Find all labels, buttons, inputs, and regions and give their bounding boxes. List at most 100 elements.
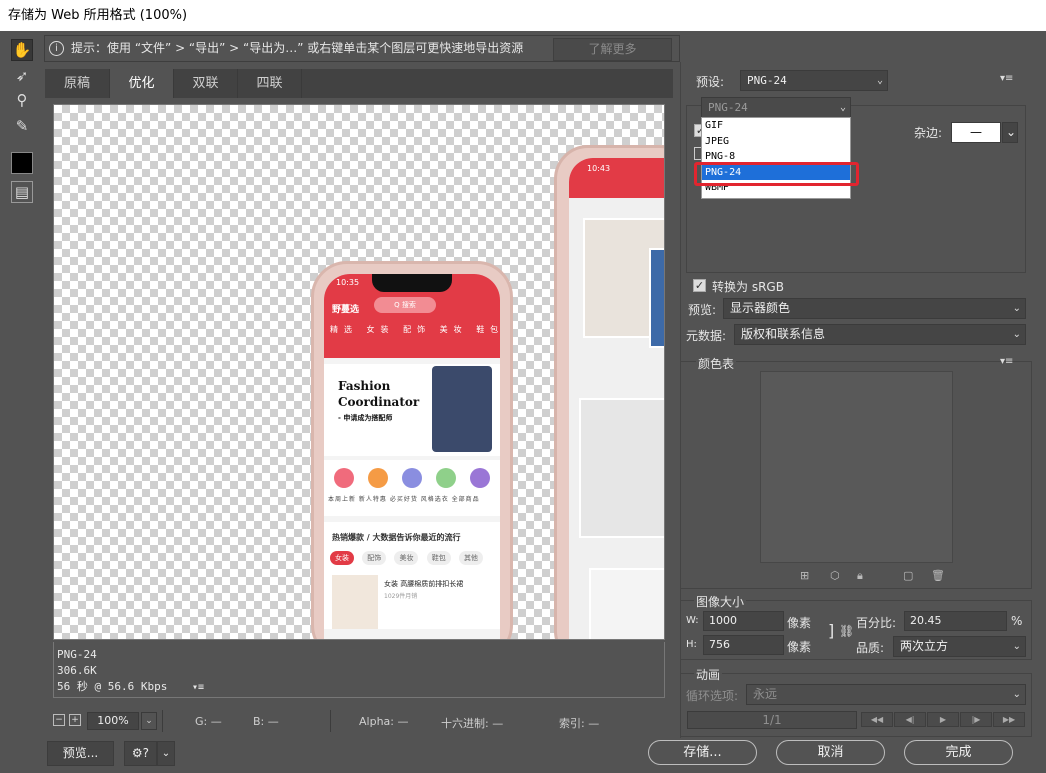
matte-swatch[interactable]: — bbox=[951, 122, 1001, 143]
learn-more-button[interactable]: 了解更多 bbox=[553, 38, 672, 61]
hex-readout: 十六进制: — bbox=[441, 717, 504, 730]
save-button[interactable]: 存储... bbox=[648, 740, 757, 765]
index-readout: 索引: — bbox=[559, 717, 600, 730]
quality-value: 两次立方 bbox=[900, 639, 949, 653]
zoom-in-button[interactable]: + bbox=[69, 714, 81, 726]
next-frame-icon[interactable]: |▶ bbox=[960, 712, 992, 727]
hot-section-title: 热销爆款 / 大数据告诉你最近的流行 bbox=[324, 522, 500, 547]
preview-label: 预览: bbox=[688, 303, 717, 317]
photo-card bbox=[579, 398, 664, 538]
window-title: 存储为 Web 所用格式 (100%) bbox=[0, 0, 1046, 31]
chevron-down-icon: ⌄ bbox=[839, 102, 846, 113]
web-snap-icon[interactable]: ⊞ bbox=[800, 569, 809, 582]
eyedropper-color-swatch[interactable] bbox=[11, 152, 33, 174]
chip: 其他 bbox=[458, 551, 483, 565]
browser-dropdown-icon[interactable]: ⌄ bbox=[157, 741, 175, 766]
preset-value: PNG-24 bbox=[747, 74, 787, 87]
info-menu-icon[interactable]: ▾≡ bbox=[192, 682, 204, 693]
preset-label: 预设: bbox=[696, 75, 725, 89]
play-icon[interactable]: ▶ bbox=[927, 712, 959, 727]
color-table-menu-icon[interactable]: ▾≡ bbox=[1000, 356, 1013, 367]
new-color-icon[interactable]: ▢ bbox=[903, 569, 913, 582]
height-label: H: bbox=[686, 639, 697, 650]
previous-frame-icon[interactable]: ◀| bbox=[894, 712, 926, 727]
info-time: 56 秒 @ 56.6 Kbps bbox=[57, 680, 168, 693]
phone-mockup-front: 10:35 野蔓选 Q 搜索 精选 女装 配饰 美妆 鞋包 其他 Fashion… bbox=[311, 261, 513, 639]
tab-2up[interactable]: 双联 bbox=[174, 69, 238, 98]
cancel-button[interactable]: 取消 bbox=[776, 740, 885, 765]
loop-select[interactable]: 永远 ⌄ bbox=[746, 684, 1026, 705]
green-readout: G: — bbox=[195, 715, 222, 728]
metadata-select[interactable]: 版权和联系信息 ⌄ bbox=[734, 324, 1026, 345]
chevron-down-icon: ⌄ bbox=[1012, 641, 1021, 652]
zoom-tool-icon[interactable]: ⚲ bbox=[11, 89, 33, 111]
tab-original[interactable]: 原稿 bbox=[45, 69, 110, 98]
phone-time-back: 10:43 bbox=[587, 164, 611, 173]
alpha-readout: Alpha: — bbox=[359, 715, 409, 728]
optimize-menu-icon[interactable]: ▾≡ bbox=[1000, 73, 1013, 84]
banner-line1: Fashion bbox=[338, 379, 391, 393]
zoom-dropdown-icon[interactable]: ⌄ bbox=[141, 712, 157, 730]
link-bracket-icon: ] bbox=[828, 621, 835, 640]
lock-icon[interactable]: 🔒︎ bbox=[857, 569, 863, 583]
preview-browser-button[interactable]: 预览... bbox=[47, 741, 114, 766]
color-table-label: 颜色表 bbox=[696, 355, 737, 372]
photo-card bbox=[589, 568, 664, 639]
matte-dropdown-icon[interactable]: ⌄ bbox=[1002, 122, 1018, 143]
loop-value: 永远 bbox=[753, 687, 778, 701]
preview-canvas[interactable]: 10:43 我的 10:35 野蔓选 Q 搜索 精选 女装 配饰 美妆 鞋包 bbox=[53, 104, 665, 640]
banner-model-image bbox=[432, 366, 492, 452]
srgb-checkbox[interactable]: ✓ bbox=[693, 279, 706, 292]
width-input[interactable]: 1000 bbox=[703, 611, 784, 631]
toggle-slices-icon[interactable]: ▤ bbox=[11, 181, 33, 203]
divider bbox=[162, 710, 163, 732]
format-select[interactable]: PNG-24 ⌄ bbox=[701, 97, 851, 118]
quality-select[interactable]: 两次立方 ⌄ bbox=[893, 636, 1026, 657]
app-nav-item: 精选 bbox=[330, 325, 358, 334]
banner-sub: - 申请成为搭配师 bbox=[338, 414, 393, 422]
first-frame-icon[interactable]: ◀◀ bbox=[861, 712, 893, 727]
preview-select[interactable]: 显示器颜色 ⌄ bbox=[723, 298, 1026, 319]
constrain-proportions-icon[interactable]: ⛓ bbox=[839, 624, 854, 638]
format-value: PNG-24 bbox=[708, 101, 748, 114]
new-arrivals-icon bbox=[334, 468, 354, 488]
height-input[interactable]: 756 bbox=[703, 635, 784, 655]
blue-readout: B: — bbox=[253, 715, 279, 728]
preset-select[interactable]: PNG-24 ⌄ bbox=[740, 70, 888, 91]
eyedropper-tool-icon[interactable]: ✎ bbox=[11, 115, 33, 137]
slice-select-tool-icon[interactable]: ➶ bbox=[11, 65, 33, 87]
color-table[interactable] bbox=[760, 371, 953, 563]
height-unit: 像素 bbox=[787, 640, 812, 654]
hint-text: 提示：使用 “文件” > “导出” > “导出为…” 或右键单击某个图层可更快速… bbox=[71, 41, 524, 55]
metadata-value: 版权和联系信息 bbox=[741, 327, 826, 341]
app-brand: 野蔓选 bbox=[332, 305, 360, 315]
app-nav-item: 鞋包 bbox=[476, 325, 498, 334]
chevron-down-icon: ⌄ bbox=[1012, 303, 1021, 314]
annotation-highlight-box bbox=[694, 162, 859, 186]
tab-optimized[interactable]: 优化 bbox=[110, 69, 174, 98]
cube-icon[interactable]: ⬡ bbox=[830, 569, 840, 582]
hand-tool-icon[interactable]: ✋ bbox=[11, 39, 33, 61]
status-bar: − + 100% ⌄ G: — B: — Alpha: — 十六进制: — 索引… bbox=[45, 708, 673, 736]
format-dropdown-list[interactable]: GIF JPEG PNG-8 PNG-24 WBMP bbox=[701, 117, 851, 199]
zoom-out-button[interactable]: − bbox=[53, 714, 65, 726]
app-nav-item: 女装 bbox=[366, 325, 395, 334]
info-format: PNG-24 bbox=[57, 648, 97, 661]
filter-chips: 女装 配饰 美妆 鞋包 其他 bbox=[324, 547, 500, 569]
format-option-jpeg[interactable]: JPEG bbox=[702, 134, 850, 150]
width-label: W: bbox=[686, 615, 699, 626]
frame-counter: 1/1 bbox=[687, 711, 857, 729]
zoom-level[interactable]: 100% bbox=[87, 712, 139, 730]
browser-select-button[interactable]: ⚙? bbox=[124, 741, 157, 766]
view-tabs: 原稿 优化 双联 四联 bbox=[45, 69, 673, 98]
percent-input[interactable]: 20.45 bbox=[904, 611, 1007, 631]
phone-time: 10:35 bbox=[336, 278, 360, 287]
tab-4up[interactable]: 四联 bbox=[238, 69, 302, 98]
product-sales: 1029件月销 bbox=[384, 593, 418, 600]
done-button[interactable]: 完成 bbox=[904, 740, 1013, 765]
trash-icon[interactable]: 🗑︎ bbox=[931, 569, 945, 582]
quality-label: 品质: bbox=[856, 641, 885, 655]
format-option-gif[interactable]: GIF bbox=[702, 118, 850, 134]
last-frame-icon[interactable]: ▶▶ bbox=[993, 712, 1025, 727]
phone-screen-back: 10:43 我的 bbox=[569, 158, 664, 639]
